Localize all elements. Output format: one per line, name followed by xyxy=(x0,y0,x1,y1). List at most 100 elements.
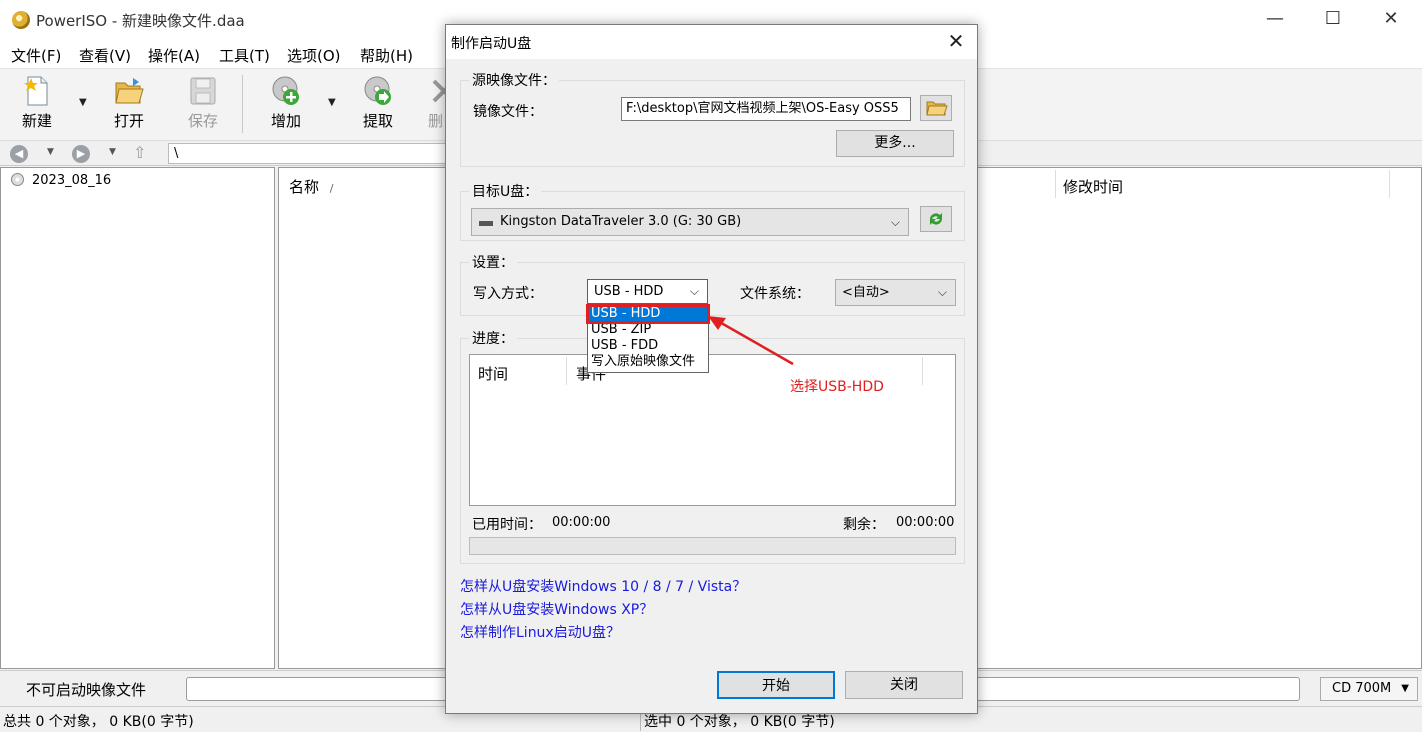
elapsed-time-value: 00:00:00 xyxy=(552,515,611,530)
refresh-button[interactable] xyxy=(920,206,952,232)
image-file-label: 镜像文件： xyxy=(473,104,543,120)
image-path-field[interactable]: F:\desktop\官网文档视频上架\OS-Easy OSS5 xyxy=(621,97,911,121)
sort-indicator-icon: / xyxy=(329,182,334,195)
option-usb-zip[interactable]: USB - ZIP xyxy=(588,322,708,338)
save-disk-icon xyxy=(190,77,216,105)
chevron-down-icon: ▼ xyxy=(1401,683,1409,694)
folder-icon xyxy=(926,101,948,116)
menu-help[interactable]: 帮助(H) xyxy=(360,45,413,66)
option-write-raw-image[interactable]: 写入原始映像文件 xyxy=(588,354,708,370)
annotation-text: 选择USB-HDD xyxy=(790,379,884,395)
new-file-icon xyxy=(24,76,48,106)
delete-label: 删 xyxy=(428,112,444,130)
target-drive-select[interactable]: Kingston DataTraveler 3.0 (G: 30 GB) ⌵ xyxy=(471,208,909,236)
add-label: 增加 xyxy=(270,112,301,130)
column-divider[interactable] xyxy=(922,357,923,385)
progress-group-title: 进度： xyxy=(469,328,517,348)
close-window-button[interactable]: ✕ xyxy=(1362,0,1420,40)
add-button[interactable]: 增加 xyxy=(258,75,314,137)
forward-dropdown-icon[interactable]: ▼ xyxy=(109,147,116,157)
column-header-modified[interactable]: 修改时间 xyxy=(1063,176,1123,197)
forward-arrow-icon[interactable]: ▶ xyxy=(72,145,90,163)
add-disc-icon xyxy=(272,76,299,105)
elapsed-time-label: 已用时间： xyxy=(472,517,542,533)
target-group-title: 目标U盘： xyxy=(469,181,542,201)
file-system-select[interactable]: <自动> ⌵ xyxy=(835,279,956,306)
window-title: PowerISO - 新建映像文件.daa xyxy=(36,12,245,30)
help-link-linux[interactable]: 怎样制作Linux启动U盘？ xyxy=(460,622,620,642)
open-label: 打开 xyxy=(113,112,144,130)
browse-button[interactable] xyxy=(920,95,952,121)
folder-tree-panel: 2023_08_16 xyxy=(0,167,275,669)
dialog-close-icon[interactable]: ✕ xyxy=(942,30,970,54)
tree-item-label: 2023_08_16 xyxy=(32,173,112,188)
selected-objects-text: 选中 0 个对象， 0 KB(0 字节) xyxy=(644,714,835,730)
disc-icon xyxy=(11,173,24,186)
total-objects-text: 总共 0 个对象， 0 KB(0 字节) xyxy=(3,714,194,730)
save-label: 保存 xyxy=(187,112,218,130)
back-arrow-icon[interactable]: ◀ xyxy=(10,145,28,163)
dialog-title-bar: 制作启动U盘 ✕ xyxy=(446,25,977,59)
close-dialog-button[interactable]: 关闭 xyxy=(845,671,963,699)
tree-item-root[interactable]: 2023_08_16 xyxy=(11,173,111,188)
column-divider[interactable] xyxy=(1055,170,1056,198)
remaining-time-value: 00:00:00 xyxy=(896,515,955,530)
menu-file[interactable]: 文件(F) xyxy=(11,45,61,66)
target-drive-value: Kingston DataTraveler 3.0 (G: 30 GB) xyxy=(500,214,742,229)
option-usb-fdd[interactable]: USB - FDD xyxy=(588,338,708,354)
delete-button[interactable]: 删 xyxy=(428,75,446,137)
save-button[interactable]: 保存 xyxy=(175,75,231,137)
poweriso-app-icon xyxy=(12,11,30,29)
more-button[interactable]: 更多... xyxy=(836,130,954,157)
new-dropdown-icon[interactable]: ▼ xyxy=(79,97,87,108)
dialog-title: 制作启动U盘 xyxy=(451,36,532,52)
open-folder-icon xyxy=(115,78,144,104)
disc-type-label: 不可启动映像文件 xyxy=(26,681,147,699)
new-button[interactable]: 新建 xyxy=(9,75,65,137)
remaining-time-label: 剩余： xyxy=(843,517,885,533)
source-group-title: 源映像文件： xyxy=(469,70,559,90)
open-button[interactable]: 打开 xyxy=(101,75,157,137)
extract-disc-icon xyxy=(364,76,391,105)
menu-options[interactable]: 选项(O) xyxy=(287,45,341,66)
media-size-value: CD 700M xyxy=(1332,681,1392,696)
back-dropdown-icon[interactable]: ▼ xyxy=(47,147,54,157)
add-dropdown-icon[interactable]: ▼ xyxy=(328,97,336,108)
maximize-button[interactable]: ☐ xyxy=(1304,0,1362,40)
annotation-arrow-icon xyxy=(708,316,794,366)
chevron-down-icon: ⌵ xyxy=(890,215,900,229)
write-mode-select[interactable]: USB - HDD ⌵ xyxy=(587,279,708,304)
extract-label: 提取 xyxy=(362,112,393,130)
media-size-select[interactable]: CD 700M ▼ xyxy=(1320,677,1418,701)
toolbar-separator xyxy=(242,75,243,133)
minimize-button[interactable]: — xyxy=(1246,0,1304,40)
column-header-name[interactable]: 名称 / xyxy=(289,176,334,197)
up-folder-icon[interactable]: ⇧ xyxy=(133,143,146,162)
refresh-icon xyxy=(930,213,942,225)
write-mode-label: 写入方式： xyxy=(473,286,543,302)
delete-icon xyxy=(432,79,446,103)
menu-tools[interactable]: 工具(T) xyxy=(219,45,270,66)
chevron-down-icon: ⌵ xyxy=(689,284,699,298)
usb-drive-icon xyxy=(479,221,493,226)
help-link-winxp[interactable]: 怎样从U盘安装Windows XP？ xyxy=(460,599,653,619)
address-input[interactable]: \ xyxy=(168,143,458,164)
column-divider[interactable] xyxy=(566,357,567,385)
column-divider[interactable] xyxy=(1389,170,1390,198)
chevron-down-icon: ⌵ xyxy=(937,285,947,299)
settings-group-title: 设置： xyxy=(469,252,517,272)
column-header-time[interactable]: 时间 xyxy=(478,363,508,384)
extract-button[interactable]: 提取 xyxy=(350,75,406,137)
write-mode-dropdown: USB - HDD USB - ZIP USB - FDD 写入原始映像文件 xyxy=(586,304,710,373)
menu-view[interactable]: 查看(V) xyxy=(79,45,131,66)
start-button[interactable]: 开始 xyxy=(717,671,835,699)
write-mode-value: USB - HDD xyxy=(594,284,664,299)
column-name-label: 名称 xyxy=(289,178,320,196)
option-usb-hdd[interactable]: USB - HDD xyxy=(586,304,710,324)
new-label: 新建 xyxy=(21,112,52,130)
file-system-label: 文件系统： xyxy=(740,286,810,302)
help-link-win10[interactable]: 怎样从U盘安装Windows 10 / 8 / 7 / Vista？ xyxy=(460,576,746,596)
progress-bar xyxy=(469,537,956,555)
menu-action[interactable]: 操作(A) xyxy=(148,45,200,66)
file-system-value: <自动> xyxy=(842,285,890,300)
